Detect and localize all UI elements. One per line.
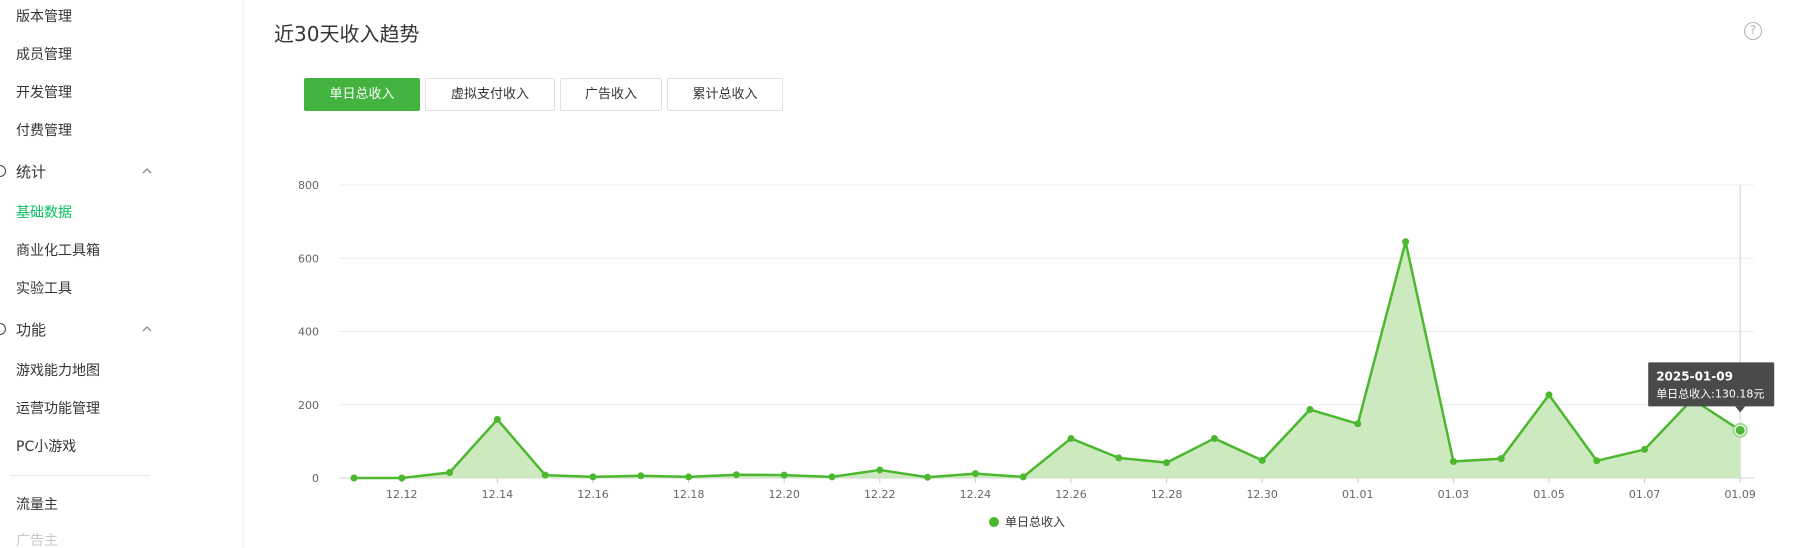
sidebar-group-stats-label: 统计 xyxy=(16,163,47,181)
y-tick-label: 800 xyxy=(298,179,319,192)
series-area xyxy=(354,241,1741,478)
sidebar-item-members[interactable]: 成员管理 xyxy=(16,46,72,64)
data-point[interactable] xyxy=(1210,434,1218,442)
sidebar-item-ops-features[interactable]: 运营功能管理 xyxy=(16,400,100,418)
data-point[interactable] xyxy=(1641,445,1649,453)
x-tick-label: 12.16 xyxy=(577,488,609,501)
legend-label[interactable]: 单日总收入 xyxy=(1005,515,1065,529)
features-icon xyxy=(0,323,6,335)
sidebar-item-pc-games[interactable]: PC小游戏 xyxy=(16,438,76,456)
x-tick-label: 12.12 xyxy=(386,488,418,501)
sidebar-divider xyxy=(10,475,150,476)
revenue-area-chart[interactable]: 0 200 400 600 800 12.12 12.14 12.16 12.18 12.20 12… xyxy=(244,0,1818,548)
sidebar-group-features-label: 功能 xyxy=(16,321,47,339)
sidebar-item-basic-data[interactable]: 基础数据 xyxy=(16,204,72,222)
data-point[interactable] xyxy=(971,470,979,478)
chevron-up-icon[interactable] xyxy=(142,166,152,176)
sidebar: 版本管理 成员管理 开发管理 付费管理 统计 基础数据 商业化工具箱 实验工具 … xyxy=(0,0,242,548)
sidebar-item-advertiser[interactable]: 广告主 xyxy=(16,532,58,548)
data-point[interactable] xyxy=(876,466,884,474)
legend-marker[interactable] xyxy=(989,517,999,527)
data-point[interactable] xyxy=(1449,458,1457,466)
x-tick-label: 01.09 xyxy=(1724,488,1756,501)
x-tick-label: 12.30 xyxy=(1246,488,1278,501)
x-tick-label: 01.05 xyxy=(1533,488,1565,501)
data-point[interactable] xyxy=(732,471,740,479)
x-tick-label: 12.18 xyxy=(673,488,705,501)
y-tick-label: 0 xyxy=(312,472,319,485)
data-point[interactable] xyxy=(1067,434,1075,442)
data-point[interactable] xyxy=(350,474,358,482)
sidebar-item-version[interactable]: 版本管理 xyxy=(16,8,72,26)
data-point[interactable] xyxy=(1306,406,1314,414)
x-tick-label: 12.22 xyxy=(864,488,896,501)
data-point[interactable] xyxy=(446,469,454,477)
data-point[interactable] xyxy=(780,471,788,479)
data-point[interactable] xyxy=(1354,420,1362,428)
y-tick-label: 200 xyxy=(298,399,319,412)
app-root: 版本管理 成员管理 开发管理 付费管理 统计 基础数据 商业化工具箱 实验工具 … xyxy=(0,0,1818,548)
data-point[interactable] xyxy=(924,473,932,481)
data-point[interactable] xyxy=(1115,454,1123,462)
data-point[interactable] xyxy=(541,471,549,479)
data-point[interactable] xyxy=(1258,456,1266,464)
data-point[interactable] xyxy=(1163,459,1171,467)
sidebar-item-experiment[interactable]: 实验工具 xyxy=(16,280,72,298)
tooltip-arrow xyxy=(1735,406,1746,413)
data-point[interactable] xyxy=(589,473,597,481)
tooltip-value: 单日总收入:130.18元 xyxy=(1656,386,1764,400)
sidebar-item-capability-map[interactable]: 游戏能力地图 xyxy=(16,362,100,380)
x-tick-label: 12.20 xyxy=(768,488,800,501)
y-tick-label: 400 xyxy=(298,326,319,339)
sidebar-item-payment[interactable]: 付费管理 xyxy=(16,122,72,140)
sidebar-item-traffic-owner[interactable]: 流量主 xyxy=(16,496,58,514)
data-point[interactable] xyxy=(1497,455,1505,463)
data-point[interactable] xyxy=(828,473,836,481)
data-point[interactable] xyxy=(398,474,406,482)
x-tick-label: 01.07 xyxy=(1629,488,1661,501)
x-tick-label: 12.28 xyxy=(1151,488,1183,501)
data-point[interactable] xyxy=(1402,238,1410,246)
data-point[interactable] xyxy=(1019,473,1027,481)
x-tick-label: 01.03 xyxy=(1438,488,1470,501)
revenue-trend-panel: 近30天收入趋势 ? 单日总收入 虚拟支付收入 广告收入 累计总收入 0 200 4… xyxy=(244,0,1818,548)
chevron-up-icon[interactable] xyxy=(142,324,152,334)
x-tick-label: 12.26 xyxy=(1055,488,1087,501)
x-tick-label: 12.24 xyxy=(960,488,992,501)
data-point-highlight[interactable] xyxy=(1735,425,1745,435)
data-point[interactable] xyxy=(685,473,693,481)
data-point[interactable] xyxy=(1593,457,1601,465)
stats-icon xyxy=(0,165,6,177)
data-point[interactable] xyxy=(493,415,501,423)
y-tick-label: 600 xyxy=(298,252,319,265)
data-point[interactable] xyxy=(637,472,645,480)
x-tick-label: 01.01 xyxy=(1342,488,1374,501)
sidebar-item-dev[interactable]: 开发管理 xyxy=(16,84,72,102)
data-point[interactable] xyxy=(1545,391,1553,399)
x-tick-label: 12.14 xyxy=(482,488,514,501)
tooltip-date: 2025-01-09 xyxy=(1656,369,1733,383)
sidebar-item-monetization[interactable]: 商业化工具箱 xyxy=(16,242,100,260)
